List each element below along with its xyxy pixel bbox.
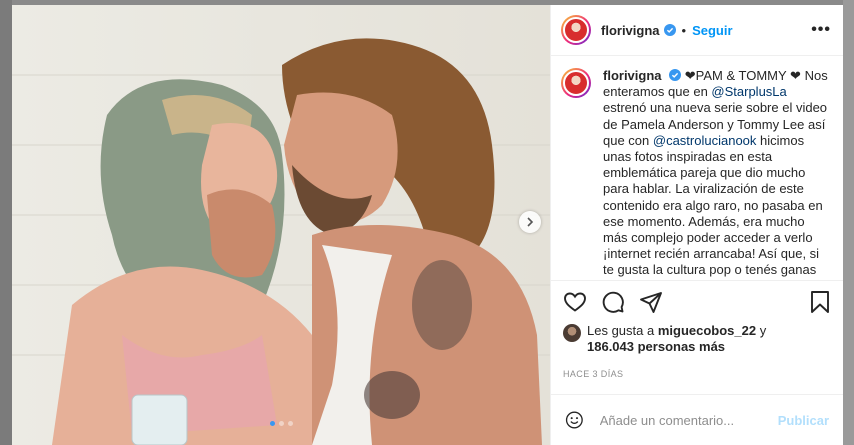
share-icon[interactable] (639, 290, 663, 314)
likes-text: Les gusta a miguecobos_22 y 186.043 pers… (587, 323, 766, 355)
username-link[interactable]: florivigna (601, 23, 660, 38)
caption-part: hicimos unas fotos inspiradas en esta em… (603, 132, 823, 278)
avatar-image (563, 70, 589, 96)
mention-link[interactable]: @StarplusLa (711, 84, 786, 99)
follow-button[interactable]: Seguir (692, 23, 732, 38)
photo-illustration (12, 5, 550, 445)
next-photo-button[interactable] (519, 211, 541, 233)
post-timestamp[interactable]: HACE 3 DÍAS (563, 369, 831, 379)
avatar-image (563, 17, 589, 43)
more-icon[interactable]: ••• (811, 21, 831, 39)
post-photo[interactable] (12, 5, 550, 445)
post-panel: florivigna • Seguir ••• florivigna ❤PAM … (550, 5, 843, 445)
carousel-dots (12, 421, 550, 426)
emoji-icon[interactable] (565, 408, 584, 432)
post-modal: florivigna • Seguir ••• florivigna ❤PAM … (12, 5, 843, 445)
avatar[interactable] (563, 324, 581, 342)
backdrop-right[interactable] (843, 0, 854, 445)
mention-link[interactable]: @castrolucianook (653, 133, 757, 148)
post-comment-button[interactable]: Publicar (778, 413, 829, 428)
heart-icon[interactable] (563, 290, 587, 314)
caption-username[interactable]: florivigna (603, 68, 662, 83)
likes-prefix: Les gusta a (587, 323, 658, 338)
action-bar (563, 281, 831, 323)
comment-box: Publicar (551, 394, 843, 445)
bookmark-icon[interactable] (809, 290, 831, 314)
caption-text: florivigna ❤PAM & TOMMY ❤ Nos enteramos … (603, 68, 830, 280)
likes-summary: Les gusta a miguecobos_22 y 186.043 pers… (563, 323, 831, 355)
likes-mid: y (756, 323, 767, 338)
separator-dot: • (681, 22, 687, 38)
avatar[interactable] (561, 15, 591, 45)
carousel-dot[interactable] (287, 421, 293, 426)
post-header: florivigna • Seguir ••• (551, 5, 843, 56)
actions-area: Les gusta a miguecobos_22 y 186.043 pers… (551, 280, 843, 379)
caption-area[interactable]: florivigna ❤PAM & TOMMY ❤ Nos enteramos … (551, 56, 843, 280)
backdrop-left[interactable] (0, 0, 12, 445)
comment-input[interactable] (597, 411, 778, 429)
caption-title: ❤PAM & TOMMY ❤ (684, 68, 801, 83)
carousel-dot[interactable] (269, 421, 275, 426)
likes-count-link[interactable]: 186.043 personas más (587, 339, 725, 354)
avatar[interactable] (561, 68, 591, 98)
carousel-dot[interactable] (278, 421, 284, 426)
chevron-right-icon (527, 217, 534, 227)
verified-icon (663, 24, 676, 36)
comment-icon[interactable] (601, 290, 625, 314)
likes-user-link[interactable]: miguecobos_22 (658, 323, 756, 338)
verified-icon (669, 69, 682, 81)
